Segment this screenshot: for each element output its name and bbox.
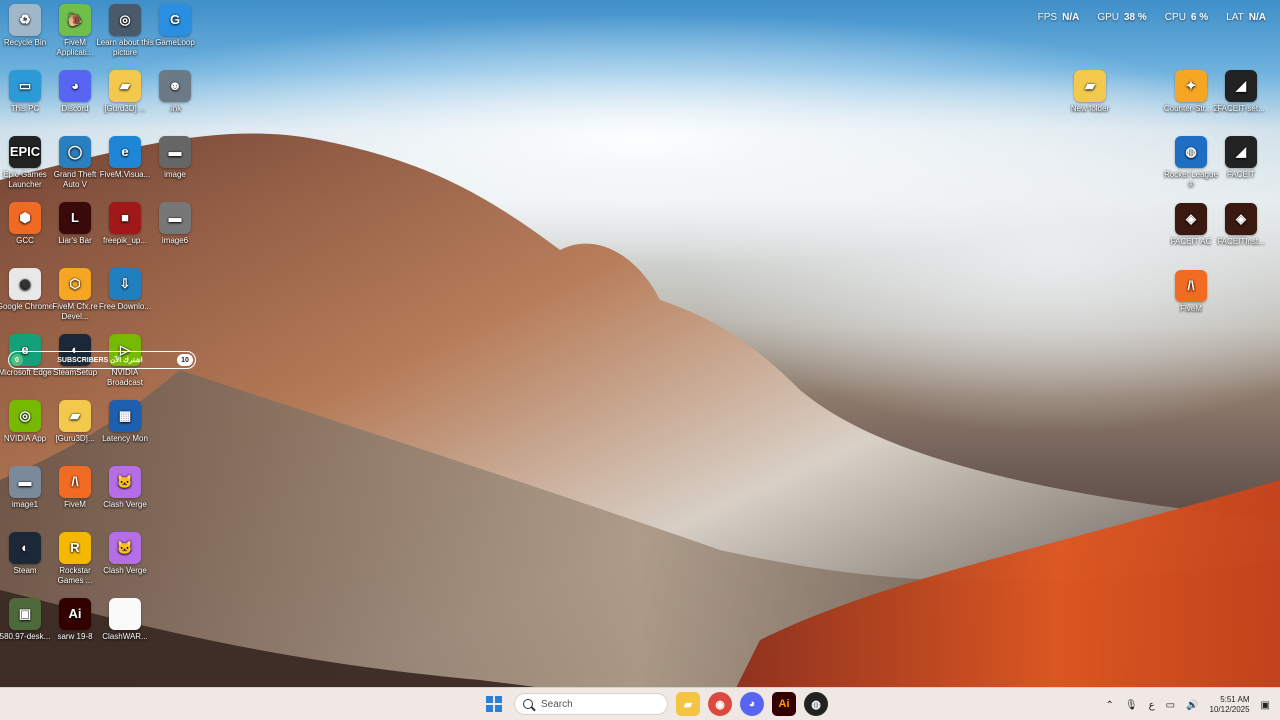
system-tray: ⌃ 🎙 ع ▭ 🔊 5:51 AM 10/12/2025 ▣ [1106, 695, 1270, 715]
clash-verge-icon: 🐱 [109, 466, 141, 498]
desktop-shortcut-label: Clash Verge [96, 566, 154, 576]
file-explorer-icon[interactable]: ▰ [676, 692, 700, 716]
clock[interactable]: 5:51 AM 10/12/2025 [1210, 695, 1250, 715]
globe-icon: ◯ [59, 136, 91, 168]
desktop-shortcut-label: FiveM [1162, 304, 1220, 314]
desktop-shortcut[interactable]: ◢ FACEIT-set... [1212, 70, 1270, 114]
liars-bar-icon: L [59, 202, 91, 234]
desktop-shortcut[interactable]: ▬ image [146, 136, 204, 180]
desktop-shortcut-label: image [146, 170, 204, 180]
camera-icon: ◎ [109, 4, 141, 36]
desktop-shortcut-label: ClashWAR... [96, 632, 154, 642]
desktop-shortcut[interactable]: ▦ Latency Mon [96, 400, 154, 444]
rocket-league-icon: ◍ [1175, 136, 1207, 168]
faceit-taskbar-icon[interactable]: ◍ [804, 692, 828, 716]
taskbar-apps: Search ▰ ◉ ◕ Ai ◍ [482, 692, 828, 716]
taskbar: Search ▰ ◉ ◕ Ai ◍ ⌃ 🎙 ع ▭ 🔊 5:51 AM 10/1… [0, 687, 1280, 720]
faceit-icon: ◢ [1225, 136, 1257, 168]
performance-overlay: FPSN/A GPU38 % CPU6 % LATN/A [1038, 12, 1266, 23]
folder-icon: ▰ [1074, 70, 1106, 102]
faceit-ac-icon: ◈ [1175, 203, 1207, 235]
desktop-shortcut-label: GameLoop [146, 38, 204, 48]
desktop-shortcut[interactable]: /\ FiveM [1162, 270, 1220, 314]
desktop-shortcut[interactable]: ◈ FACEITInst... [1212, 203, 1270, 247]
start-button[interactable] [482, 692, 506, 716]
faceit-installer-icon: ◈ [1225, 203, 1257, 235]
nvidia-icon: ◎ [9, 400, 41, 432]
desktop-shortcut[interactable]: ClashWAR... [96, 598, 154, 642]
gcc-icon: ⬢ [9, 202, 41, 234]
monitor-icon: ▭ [9, 70, 41, 102]
subscribers-text: SUBSCRIBERS اشترك الآن [23, 356, 177, 364]
counter-strike-icon: ✦ [1175, 70, 1207, 102]
gpu-stat: GPU38 % [1097, 12, 1146, 23]
desktop-shortcut[interactable]: ◢ FACEIT [1212, 136, 1270, 180]
cpu-stat: CPU6 % [1165, 12, 1208, 23]
subscribers-widget: 0 SUBSCRIBERS اشترك الآن 10 [8, 351, 196, 369]
latency-icon: ▦ [109, 400, 141, 432]
rockstar-icon: R [59, 532, 91, 564]
desktop-shortcut[interactable]: 🐱 Clash Verge [96, 466, 154, 510]
cube-icon: ⬡ [59, 268, 91, 300]
desktop-shortcut-label: Free Downlo... [96, 302, 154, 312]
windows-logo-icon [486, 696, 502, 712]
clock-time: 5:51 AM [1210, 695, 1250, 705]
fivem-snail-icon: 🐌 [59, 4, 91, 36]
clock-date: 10/12/2025 [1210, 705, 1250, 715]
desktop-shortcut-label: NVIDIA Broadcast [96, 368, 154, 388]
lat-stat: LATN/A [1226, 12, 1266, 23]
desktop-shortcut-label: New folder [1061, 104, 1119, 114]
folder-icon: ▰ [59, 400, 91, 432]
desktop-shortcut-label: FACEIT [1212, 170, 1270, 180]
network-icon[interactable]: ▭ [1166, 700, 1175, 711]
file-red-icon: ■ [109, 202, 141, 234]
search-icon [523, 699, 533, 709]
desktop-shortcut[interactable]: ⇩ Free Downlo... [96, 268, 154, 312]
discord-icon: ◕ [59, 70, 91, 102]
volume-icon[interactable]: 🔊 [1186, 700, 1198, 711]
edge-icon: e [109, 136, 141, 168]
fps-stat: FPSN/A [1038, 12, 1080, 23]
taskbar-search[interactable]: Search [514, 693, 668, 715]
notifications-icon[interactable]: ▣ [1261, 700, 1270, 711]
desktop-shortcut[interactable]: 🐱 Clash Verge [96, 532, 154, 576]
chevron-up-icon[interactable]: ⌃ [1106, 700, 1114, 711]
desktop-shortcut-label: Clash Verge [96, 500, 154, 510]
clash-verge-icon: 🐱 [109, 532, 141, 564]
fivem-icon: /\ [59, 466, 91, 498]
desktop-shortcut-label: image6 [146, 236, 204, 246]
faceit-icon: ◢ [1225, 70, 1257, 102]
chrome-taskbar-icon[interactable]: ◉ [708, 692, 732, 716]
nvidia-installer-icon: ▣ [9, 598, 41, 630]
download-icon: ⇩ [109, 268, 141, 300]
desktop-shortcut[interactable]: ☻ .lnk [146, 70, 204, 114]
desktop-shortcut-label: FACEIT-set... [1212, 104, 1270, 114]
illustrator-taskbar-icon[interactable]: Ai [772, 692, 796, 716]
illustrator-icon: Ai [59, 598, 91, 630]
subscribers-left-count: 0 [11, 354, 23, 366]
discord-taskbar-icon[interactable]: ◕ [740, 692, 764, 716]
desktop-shortcut[interactable]: G GameLoop [146, 4, 204, 48]
folder-icon: ▰ [109, 70, 141, 102]
fivem-icon: /\ [1175, 270, 1207, 302]
recycle-bin-icon: ♻ [9, 4, 41, 36]
subscribers-right-count: 10 [177, 354, 193, 366]
gameloop-icon: G [159, 4, 191, 36]
desktop-shortcut-label: .lnk [146, 104, 204, 114]
epic-games-icon: EPIC [9, 136, 41, 168]
image-icon: ▬ [159, 202, 191, 234]
desktop-shortcut-label: FACEITInst... [1212, 237, 1270, 247]
game-character-icon: ☻ [159, 70, 191, 102]
desktop-shortcut-label: Latency Mon [96, 434, 154, 444]
language-indicator[interactable]: ع [1149, 700, 1155, 711]
search-placeholder: Search [541, 699, 573, 710]
image-thumb-icon: ▬ [9, 466, 41, 498]
desktop-shortcut[interactable]: ▰ New folder [1061, 70, 1119, 114]
chrome-icon: ◉ [9, 268, 41, 300]
desktop-shortcut[interactable]: ▬ image6 [146, 202, 204, 246]
microphone-icon[interactable]: 🎙 [1125, 700, 1138, 711]
document-icon [109, 598, 141, 630]
steam-icon: ◐ [9, 532, 41, 564]
image-icon: ▬ [159, 136, 191, 168]
